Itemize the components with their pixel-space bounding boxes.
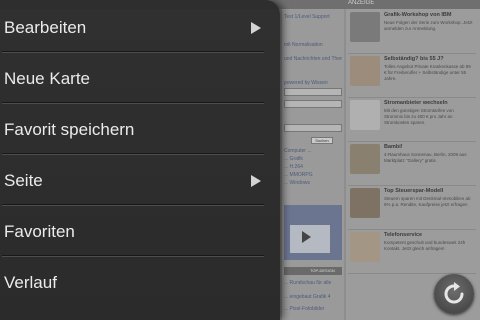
news-description: Tolles Angebot Private Krankenkasse ab 9… <box>384 64 471 81</box>
section-header-text: TOP-DESIGN <box>310 268 335 273</box>
section-header-bar: TOP-DESIGN <box>284 267 342 275</box>
news-item[interactable]: Stromanbieter wechseln Mit den günstigen… <box>348 98 476 142</box>
news-thumbnail <box>350 144 380 174</box>
mid-text-line: und Nachrichten und Themen, Gerüchte <box>284 56 342 62</box>
news-description: Neue Folgen der Serie zum Workshop. Jetz… <box>384 20 473 31</box>
menu-item-seite[interactable]: Seite <box>0 155 276 206</box>
news-title[interactable]: Top Steuerspar-Modell <box>384 188 443 194</box>
menu-item-label: Neue Karte <box>4 69 90 88</box>
news-item[interactable]: Bambi! 4-Raumhaus Sonnenau, Berlin, 2009… <box>348 142 476 186</box>
news-thumbnail <box>350 12 380 42</box>
menu-item-label: Seite <box>4 171 43 190</box>
menu-item-neue-karte[interactable]: Neue Karte <box>0 53 276 104</box>
news-title[interactable]: Selbständig? bis 55 J? <box>384 56 444 62</box>
news-thumbnail <box>350 100 380 130</box>
news-item[interactable]: Selbständig? bis 55 J? Tolles Angebot Pr… <box>348 54 476 98</box>
news-description: 4-Raumhaus Sonnenau, Berlin, 2009 aus Ma… <box>384 152 467 163</box>
page-header-text: ANZEIGE <box>348 0 375 6</box>
news-item[interactable]: Telefonservice Kompetent geschult und bu… <box>348 230 476 274</box>
menu-item-verlauf[interactable]: Verlauf <box>0 257 276 308</box>
menu-item-label: Bearbeiten <box>4 18 87 37</box>
chevron-right-icon <box>251 175 261 187</box>
mid-text-line: mit Normalisation <box>284 42 323 48</box>
mid-text-line[interactable]: ... Pixel-Fotobilder <box>284 306 342 312</box>
mid-text-line[interactable]: ... MMORPG <box>284 172 342 178</box>
mid-text-line[interactable]: ... eingebaut Grafik 4 <box>284 294 342 300</box>
play-icon <box>302 231 311 243</box>
news-thumbnail <box>350 188 380 218</box>
news-description: Mit den günstigen Stromtarifen von Strom… <box>384 108 454 125</box>
reload-button[interactable] <box>434 274 474 314</box>
news-description: Steuern sparen mit Denkmal-Immobilien ab… <box>384 196 471 207</box>
menu-item-bearbeiten[interactable]: Bearbeiten <box>0 2 276 53</box>
search-input[interactable] <box>284 124 342 132</box>
mid-text-line: Test 1/Level Support <box>284 14 330 20</box>
news-title[interactable]: Stromanbieter wechseln <box>384 100 448 106</box>
news-title[interactable]: Telefonservice <box>384 232 422 238</box>
mid-text-line[interactable]: ... Grafik <box>284 156 342 162</box>
news-description: Kompetent geschult und bundesweit 24h Ko… <box>384 240 466 251</box>
news-thumbnail <box>350 56 380 86</box>
menu-item-label: Verlauf <box>4 273 57 292</box>
video-thumbnail[interactable] <box>284 205 342 260</box>
mid-text-line: powered by Wissen <box>284 80 328 86</box>
mid-text-line[interactable]: ... Windows <box>284 180 342 186</box>
search-select-box[interactable] <box>284 88 342 96</box>
mid-text-line[interactable]: Computer ... <box>284 148 342 154</box>
search-button[interactable]: Suchen <box>311 137 333 144</box>
menu-item-favorit-speichern[interactable]: Favorit speichern <box>0 104 276 155</box>
mid-text-line[interactable]: ... Rundschau für alle <box>284 280 342 286</box>
news-item[interactable]: Top Steuerspar-Modell Steuern sparen mit… <box>348 186 476 230</box>
menu-item-label: Favorit speichern <box>4 120 135 139</box>
mid-text-line[interactable]: ... H.264 <box>284 164 342 170</box>
menu-item-favoriten[interactable]: Favoriten <box>0 206 276 257</box>
chevron-right-icon <box>251 22 261 34</box>
reload-icon <box>444 282 464 304</box>
news-item[interactable]: Grafik-Workshop von IBM Neue Folgen der … <box>348 10 476 54</box>
news-title[interactable]: Bambi! <box>384 144 403 150</box>
search-select-box-2[interactable] <box>284 100 342 108</box>
app-menu: Bearbeiten Neue Karte Favorit speichern … <box>0 0 280 320</box>
menu-item-label: Favoriten <box>4 222 75 241</box>
news-thumbnail <box>350 232 380 262</box>
news-title[interactable]: Grafik-Workshop von IBM <box>384 12 451 18</box>
